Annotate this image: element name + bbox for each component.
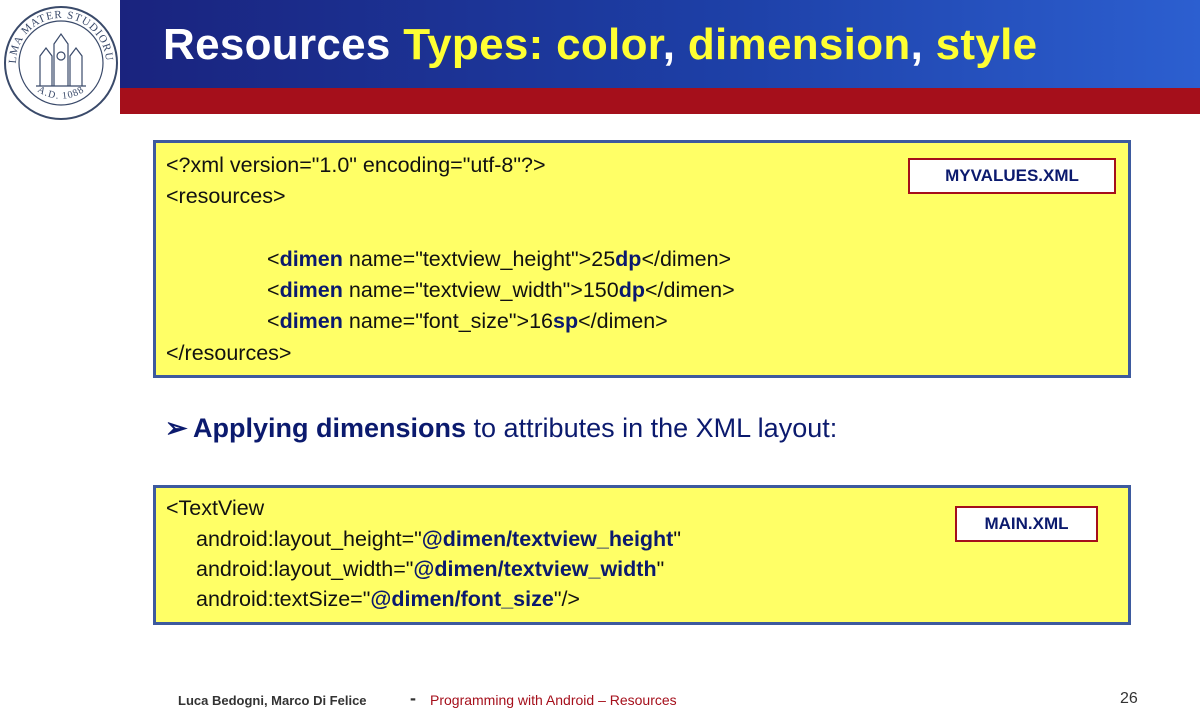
attr-name: android:textSize=" <box>196 587 371 611</box>
tag-close: </dimen> <box>641 247 732 271</box>
tag-attribute: name="font_size"> <box>342 309 530 333</box>
attr-name: android:layout_height=" <box>196 527 422 551</box>
tag-attribute: name="textview_width"> <box>342 278 583 302</box>
title-word-style: style <box>935 20 1038 69</box>
attr-name: android:layout_width=" <box>196 557 414 581</box>
code-line-xml-declaration: <?xml version="1.0" encoding="utf-8"?> <box>166 153 546 177</box>
myvalues-file-label: MYVALUES.XML <box>908 158 1116 194</box>
attr-value: @dimen/textview_height <box>421 527 674 551</box>
title-word-dimension: dimension <box>687 20 911 69</box>
main-file-label: MAIN.XML <box>955 506 1098 542</box>
code-line-dimen-width: <dimen name="textview_width">150dp</dime… <box>267 278 735 303</box>
attr-value: @dimen/textview_width <box>413 557 657 581</box>
attr-close: " <box>656 557 665 581</box>
tag-name: dimen <box>279 278 343 302</box>
title-comma: , <box>910 20 936 69</box>
tag-name: dimen <box>279 247 343 271</box>
code-line-dimen-height: <dimen name="textview_height">25dp</dime… <box>267 247 731 272</box>
footer-course-title: Programming with Android – Resources <box>430 692 677 708</box>
code-line-dimen-font-size: <dimen name="font_size">16sp</dimen> <box>267 309 668 334</box>
dimen-value: 16 <box>529 309 553 333</box>
footer-authors: Luca Bedogni, Marco Di Felice <box>178 693 367 708</box>
code-line-layout-height: android:layout_height="@dimen/textview_h… <box>196 527 681 552</box>
tag-name: dimen <box>279 309 343 333</box>
attr-value: @dimen/font_size <box>370 587 554 611</box>
attr-close: " <box>673 527 681 551</box>
university-seal-logo: ALMA MATER STUDIORUM A.D. 1088 <box>2 4 118 120</box>
code-line-text-size: android:textSize="@dimen/font_size"/> <box>196 587 580 612</box>
dimen-unit: dp <box>615 247 642 271</box>
tag-bracket: < <box>267 309 280 333</box>
code-line-resources-close: </resources> <box>166 341 292 365</box>
code-line-layout-width: android:layout_width="@dimen/textview_wi… <box>196 557 664 582</box>
bullet-text: to attributes in the XML layout: <box>466 413 838 443</box>
tag-bracket: < <box>267 278 280 302</box>
dimen-unit: dp <box>618 278 645 302</box>
dimen-value: 150 <box>582 278 619 302</box>
tag-close: </dimen> <box>578 309 668 333</box>
code-line-textview-open: <TextView <box>166 496 265 520</box>
tag-attribute: name="textview_height"> <box>342 247 592 271</box>
title-word-color: Types: color <box>403 20 663 69</box>
title-word-resources: Resources <box>163 20 404 69</box>
slide-title: Resources Types: color, dimension, style <box>163 20 1037 70</box>
attr-close: "/> <box>553 587 580 611</box>
page-number: 26 <box>1120 690 1138 707</box>
tag-close: </dimen> <box>645 278 735 302</box>
bullet-bold-text: Applying dimensions <box>193 413 467 443</box>
dimen-unit: sp <box>553 309 579 333</box>
footer-separator: - <box>410 688 416 708</box>
code-line-resources-open: <resources> <box>166 184 286 208</box>
bullet-arrow-icon: ➢ <box>165 413 188 443</box>
title-comma: , <box>662 20 688 69</box>
header-stripe <box>120 88 1200 114</box>
dimen-value: 25 <box>591 247 616 271</box>
tag-bracket: < <box>267 247 280 271</box>
bullet-applying-dimensions: ➢ Applying dimensions to attributes in th… <box>165 413 837 444</box>
